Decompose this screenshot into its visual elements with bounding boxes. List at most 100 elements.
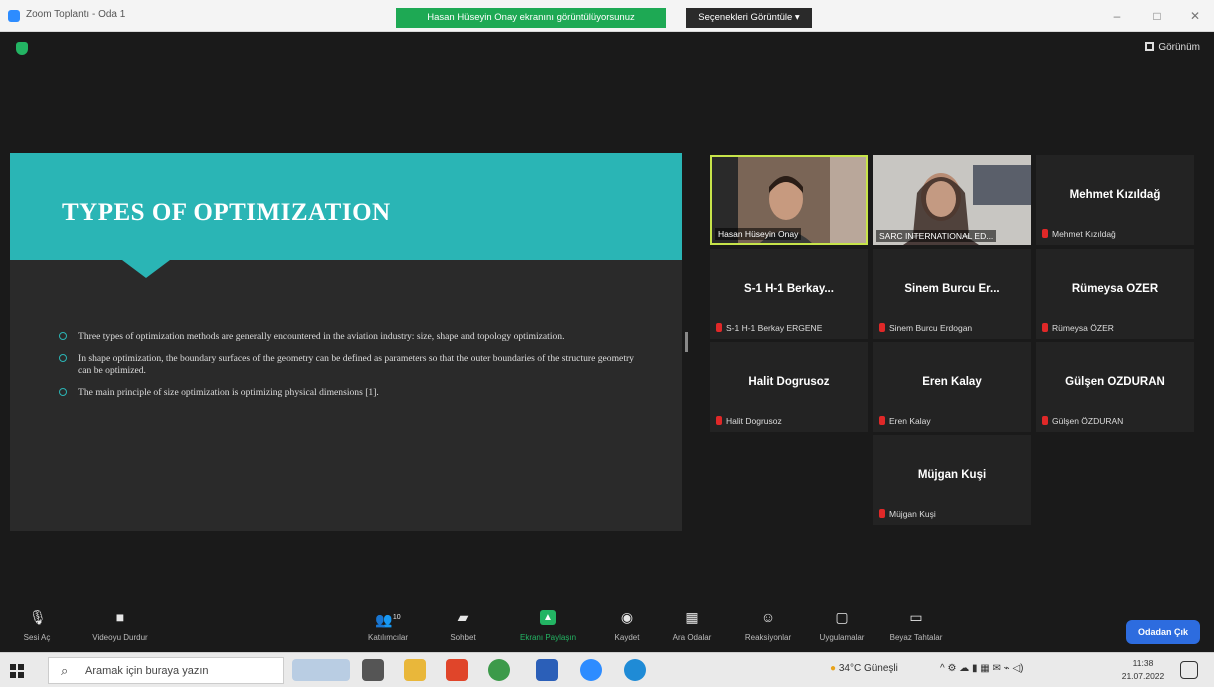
clock-time: 11:38 [1132, 658, 1154, 668]
zoom-taskbar-icon[interactable] [580, 659, 602, 681]
bullet-text: In shape optimization, the boundary surf… [78, 353, 634, 376]
view-options-label: Seçenekleri Görüntüle [698, 12, 793, 23]
participant-tile[interactable]: Eren Kalay Eren Kalay [873, 342, 1031, 432]
leave-room-button[interactable]: Odadan Çık [1126, 620, 1200, 644]
chat-bubble-icon: ▰ [457, 609, 469, 625]
reactions-button[interactable]: ☺ Reaksiyonlar [738, 609, 798, 643]
reactions-label: Reaksiyonlar [744, 633, 792, 642]
participant-tile[interactable]: Müjgan Kuşi Müjgan Kuşi [873, 435, 1031, 525]
participants-icon: 👥10 [375, 611, 401, 628]
participant-label-text: Rümeysa ÖZER [1052, 323, 1114, 333]
slide-bullet: Three types of optimization methods are … [58, 331, 648, 343]
muted-mic-icon [879, 323, 885, 332]
breakout-rooms-button[interactable]: ▦ Ara Odalar [670, 609, 714, 643]
participant-display-name: Eren Kalay [922, 376, 982, 388]
slide-banner-pointer [122, 260, 170, 278]
participant-label-text: Gülşen ÖZDURAN [1052, 416, 1124, 426]
chrome-browser-icon[interactable] [488, 659, 510, 681]
view-button[interactable]: Görünüm [1145, 42, 1200, 53]
participant-tile[interactable]: Rümeysa ÖZER Rümeysa ÖZER [1036, 249, 1194, 339]
participant-display-name: S-1 H-1 Berkay... [744, 283, 834, 295]
taskbar-clock[interactable]: 11:38 21.07.2022 [1118, 657, 1168, 683]
task-view-icon[interactable] [362, 659, 384, 681]
breakout-rooms-label: Ara Odalar [672, 633, 712, 642]
participant-video-tile[interactable]: Hasan Hüseyin Onay [710, 155, 868, 245]
meeting-toolbar: 🎙 Sesi Aç ■ Videoyu Durdur 👥10 Katılımcı… [0, 604, 1214, 652]
bullet-text: Three types of optimization methods are … [78, 331, 565, 342]
whiteboard-icon: ▭ [909, 609, 923, 625]
participant-label-text: Halit Dogrusoz [726, 416, 782, 426]
office-app-icon[interactable] [446, 659, 468, 681]
view-button-label: Görünüm [1158, 42, 1200, 53]
participant-tile[interactable]: S-1 H-1 Berkay... S-1 H-1 Berkay ERGENE [710, 249, 868, 339]
maximize-button[interactable]: □ [1146, 8, 1168, 24]
notification-center-icon[interactable] [1180, 661, 1198, 679]
edge-browser-icon[interactable] [624, 659, 646, 681]
participant-display-name: Müjgan Kuşi [917, 469, 987, 481]
microphone-icon: 🎙 [29, 609, 47, 625]
close-button[interactable]: ✕ [1184, 8, 1206, 24]
title-bar: Zoom Toplantı - Oda 1 Hasan Hüseyin Onay… [0, 0, 1214, 32]
participant-tile[interactable]: Mehmet Kızıldağ Mehmet Kızıldağ [1036, 155, 1194, 245]
share-screen-button[interactable]: ▲ Ekranı Paylaşın [508, 610, 588, 642]
file-explorer-icon[interactable] [404, 659, 426, 681]
slide-bullet: In shape optimization, the boundary surf… [58, 353, 648, 377]
grid-view-icon [1145, 42, 1155, 51]
sun-icon: ● [830, 663, 837, 674]
participant-name-label: Halit Dogrusoz [716, 416, 782, 426]
screen-share-banner: Hasan Hüseyin Onay ekranını görüntülüyor… [396, 8, 666, 28]
unmute-label: Sesi Aç [23, 633, 51, 642]
share-screen-icon: ▲ [540, 610, 556, 625]
stop-video-button[interactable]: ■ Videoyu Durdur [90, 610, 150, 643]
chat-button[interactable]: ▰ Sohbet [448, 609, 478, 643]
participant-label-text: Müjgan Kuşi [889, 509, 936, 519]
whiteboards-label: Beyaz Tahtalar [889, 633, 943, 642]
windows-start-button[interactable] [10, 664, 24, 678]
word-app-icon[interactable] [536, 659, 558, 681]
participant-name-label: Gülşen ÖZDURAN [1042, 416, 1123, 426]
security-shield-icon[interactable] [16, 42, 28, 55]
participant-name-label: SARC INTERNATIONAL ED... [876, 230, 997, 242]
participant-display-name: Rümeysa ÖZER [1071, 283, 1159, 295]
taskbar-news-widget-icon[interactable] [292, 659, 350, 681]
weather-widget[interactable]: ● 34°C Güneşli [830, 663, 898, 674]
participant-tile[interactable]: Gülşen ÖZDURAN Gülşen ÖZDURAN [1036, 342, 1194, 432]
apps-icon: ▢ [835, 609, 849, 625]
minimize-button[interactable]: – [1106, 8, 1128, 24]
breakout-rooms-icon: ▦ [685, 609, 699, 625]
bullet-text: The main principle of size optimization … [78, 387, 379, 398]
muted-mic-icon [879, 509, 885, 518]
muted-mic-icon [1042, 416, 1048, 425]
participant-name-label: Mehmet Kızıldağ [1042, 229, 1116, 239]
unmute-button[interactable]: 🎙 Sesi Aç [22, 609, 52, 643]
slide-title: TYPES OF OPTIMIZATION [62, 199, 391, 226]
reactions-icon: ☺ [760, 609, 776, 625]
zoom-window: Zoom Toplantı - Oda 1 Hasan Hüseyin Onay… [0, 0, 1214, 687]
participant-tile[interactable]: Sinem Burcu Er... Sinem Burcu Erdogan [873, 249, 1031, 339]
windows-taskbar: ⌕ Aramak için buraya yazın ● 34°C Güneşl… [0, 652, 1214, 687]
view-options-dropdown[interactable]: Seçenekleri Görüntüle ▾ [686, 8, 812, 28]
participants-button[interactable]: 👥10 Katılımcılar [366, 610, 410, 642]
apps-label: Uygulamalar [819, 633, 865, 642]
participant-name-label: Sinem Burcu Erdogan [879, 323, 972, 333]
record-button[interactable]: ◉ Kaydet [610, 610, 644, 643]
search-placeholder: Aramak için buraya yazın [85, 665, 209, 677]
participant-label-text: Eren Kalay [889, 416, 931, 426]
participant-count: 10 [392, 614, 401, 621]
split-view-drag-handle[interactable] [685, 332, 688, 352]
participant-tile[interactable]: Halit Dogrusoz Halit Dogrusoz [710, 342, 868, 432]
participant-video-tile[interactable]: SARC INTERNATIONAL ED... [873, 155, 1031, 245]
taskbar-search-box[interactable]: ⌕ Aramak için buraya yazın [48, 657, 284, 684]
whiteboards-button[interactable]: ▭ Beyaz Tahtalar [876, 609, 956, 643]
slide-bullet: The main principle of size optimization … [58, 387, 648, 399]
muted-mic-icon [716, 416, 722, 425]
participant-display-name: Gülşen ÖZDURAN [1065, 376, 1165, 388]
participant-name-label: Eren Kalay [879, 416, 931, 426]
participant-name-label: Müjgan Kuşi [879, 509, 936, 519]
apps-button[interactable]: ▢ Uygulamalar [812, 609, 872, 643]
bullet-circle-icon [59, 332, 67, 340]
weather-text: 34°C Güneşli [838, 663, 898, 674]
bullet-circle-icon [59, 354, 67, 362]
muted-mic-icon [1042, 229, 1048, 238]
system-tray-icons[interactable]: ^ ⚙ ☁ ▮ ▦ ✉ ⌁ ◁) [940, 663, 1023, 674]
